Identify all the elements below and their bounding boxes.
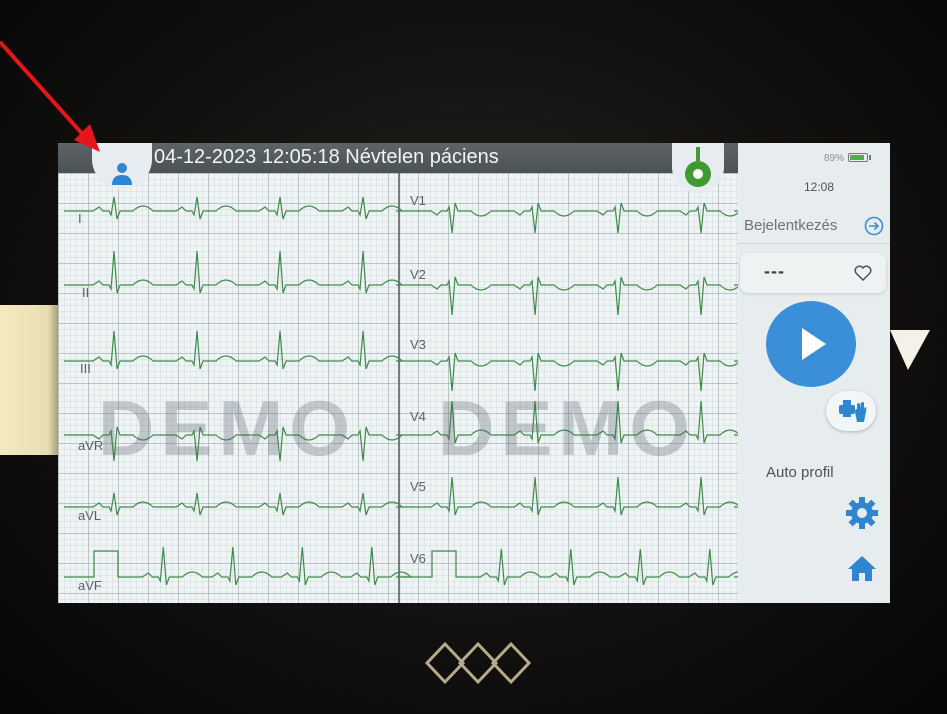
- annotation-arrow: [0, 40, 100, 152]
